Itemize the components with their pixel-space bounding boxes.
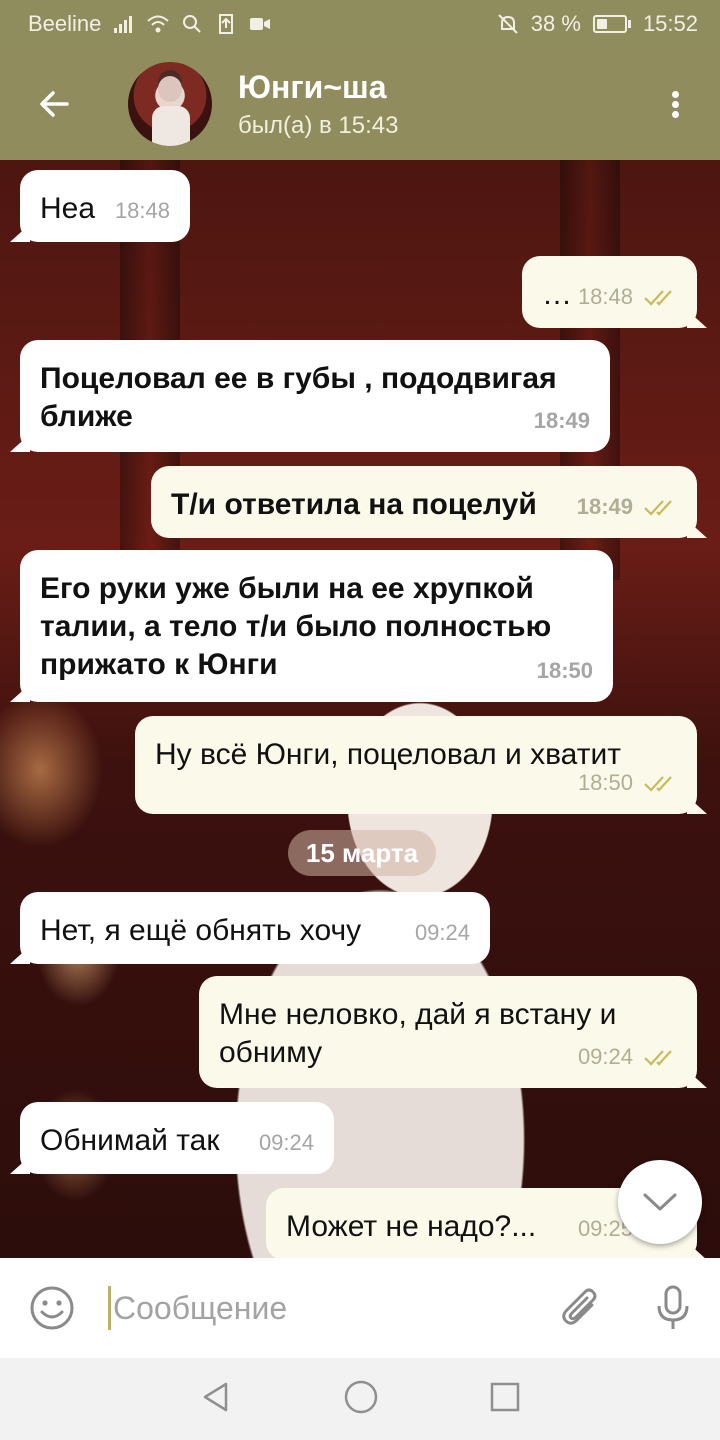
date-divider: 15 марта <box>288 830 436 876</box>
upload-icon <box>219 14 234 34</box>
message-text: … <box>542 278 572 311</box>
attach-button[interactable] <box>536 1285 626 1331</box>
circle-home-icon <box>344 1380 378 1413</box>
message-text: Поцеловал ее в губы , пододвигая ближе <box>40 362 557 433</box>
chevron-down-icon <box>643 1193 677 1211</box>
clock: 15:52 <box>642 11 698 36</box>
message-text: Его руки уже были на ее хрупкой талии, а… <box>40 572 552 681</box>
arrow-left-icon <box>40 91 69 117</box>
message-text: Неа <box>40 192 96 225</box>
message-text: Ну всё Юнги, поцеловал и хватит <box>155 738 621 771</box>
double-check-icon <box>644 500 672 516</box>
battery-icon <box>592 15 631 33</box>
message-text: Может не надо?... <box>286 1210 537 1243</box>
contact-name: Юнги~ша <box>238 69 387 105</box>
double-check-icon <box>644 290 672 306</box>
paperclip-icon <box>562 1288 597 1325</box>
emoji-button[interactable] <box>0 1284 104 1332</box>
message-time: 09:24 <box>577 1044 633 1069</box>
search-icon <box>183 15 202 33</box>
nav-home-button[interactable] <box>343 1379 379 1420</box>
smile-icon <box>30 1286 74 1330</box>
message-bubble[interactable]: Нет, я ещё обнять хочу 09:24 <box>20 892 490 964</box>
avatar[interactable] <box>128 62 212 146</box>
message-time: 18:49 <box>533 408 590 433</box>
square-recents-icon <box>490 1382 520 1411</box>
back-button[interactable] <box>0 48 110 160</box>
video-icon <box>250 18 271 30</box>
message-time: 09:24 <box>258 1130 314 1155</box>
message-input-placeholder: Сообщение <box>113 1289 288 1326</box>
double-check-icon <box>644 776 672 792</box>
message-bubble[interactable]: … 18:48 <box>522 256 697 328</box>
chat-header: Юнги~ша был(а) в 15:43 <box>0 48 720 160</box>
message-time: 18:48 <box>577 284 633 309</box>
text-caret <box>108 1286 111 1330</box>
message-time: 09:24 <box>414 920 470 945</box>
message-bubble[interactable]: Мне неловко, дай я встану и обниму 09:24 <box>199 976 697 1088</box>
contact-info[interactable]: Юнги~ша был(а) в 15:43 <box>238 68 398 140</box>
message-text: Т/и ответила на поцелуй <box>171 488 537 521</box>
more-vertical-icon <box>671 88 679 121</box>
message-bubble[interactable]: Т/и ответила на поцелуй 18:49 <box>151 466 697 538</box>
message-text: Нет, я ещё обнять хочу <box>40 914 362 947</box>
chat-area[interactable]: Неа 18:48 … 18:48 Поцеловал ее в губы , … <box>0 160 720 1258</box>
status-bar: Beeline 38 % 15:52 <box>0 0 720 48</box>
message-bubble[interactable]: Поцеловал ее в губы , пододвигая ближе 1… <box>20 340 610 452</box>
notifications-off-icon <box>498 14 518 34</box>
message-time: 18:49 <box>576 494 633 519</box>
message-time: 18:50 <box>577 770 633 795</box>
voice-record-button[interactable] <box>626 1284 720 1332</box>
more-menu-button[interactable] <box>630 48 720 160</box>
message-bubble[interactable]: Обнимай так 09:24 <box>20 1102 334 1174</box>
battery-percent: 38 % <box>530 11 581 36</box>
nav-back-button[interactable] <box>199 1380 233 1419</box>
double-check-icon <box>644 1050 672 1066</box>
message-bubble[interactable]: Его руки уже были на ее хрупкой талии, а… <box>20 550 613 702</box>
message-text: Обнимай так <box>40 1124 220 1157</box>
message-composer: Сообщение <box>0 1258 720 1358</box>
wifi-icon <box>147 15 170 33</box>
message-time: 18:50 <box>536 658 593 683</box>
carrier-label: Beeline <box>28 11 102 36</box>
message-text: Мне неловко, дай я встану и обниму <box>219 998 617 1069</box>
system-nav-bar <box>0 1358 720 1440</box>
message-time: 18:48 <box>114 198 170 223</box>
triangle-back-icon <box>203 1382 228 1411</box>
message-bubble[interactable]: Неа 18:48 <box>20 170 190 242</box>
message-input[interactable]: Сообщение <box>104 1283 536 1333</box>
microphone-icon <box>657 1285 689 1329</box>
nav-recents-button[interactable] <box>489 1381 521 1418</box>
signal-icon <box>114 16 133 33</box>
message-bubble[interactable]: Ну всё Юнги, поцеловал и хватит 18:50 <box>135 716 697 814</box>
scroll-down-button[interactable] <box>618 1160 702 1244</box>
last-seen: был(а) в 15:43 <box>238 112 399 139</box>
